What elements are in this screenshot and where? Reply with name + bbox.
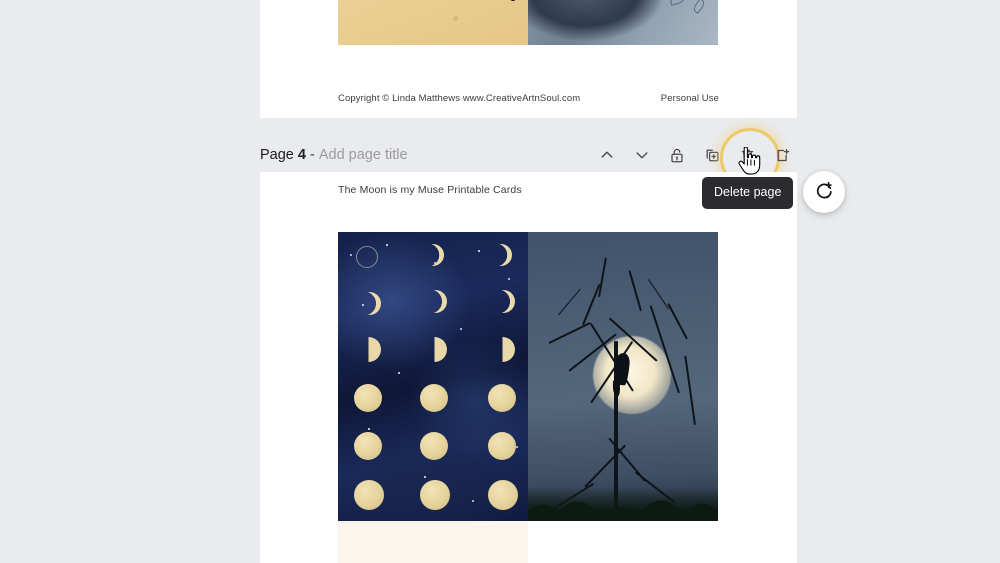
document-heading: The Moon is my Muse Printable Cards (338, 184, 522, 196)
collage-row-main (338, 232, 718, 521)
warm-portrait-photo-image (528, 521, 718, 563)
collage-row-bottom (338, 521, 718, 563)
add-comment-button[interactable] (803, 171, 845, 213)
trash-icon (739, 147, 756, 164)
page-title-input[interactable]: Add page title (319, 147, 408, 163)
page-title-group: Page 4 - Add page title (260, 147, 408, 163)
chevron-up-icon (599, 147, 615, 163)
page-header-bar: Page 4 - Add page title (260, 128, 797, 188)
copyright-row: Copyright © Linda Matthews www.CreativeA… (260, 93, 797, 104)
delete-page-tooltip: Delete page (702, 177, 794, 209)
page-card-previous[interactable]: Copyright © Linda Matthews www.CreativeA… (260, 0, 797, 118)
chevron-down-icon (634, 147, 650, 163)
delete-page-button[interactable] (720, 128, 780, 188)
add-page-icon (774, 147, 791, 164)
duplicate-page-icon (704, 147, 721, 164)
move-page-up-button[interactable] (596, 144, 618, 166)
raven-full-moon-image (528, 232, 718, 521)
page-number: 4 (297, 147, 306, 163)
add-page-button[interactable] (771, 144, 793, 166)
page-artwork-collage (338, 232, 718, 563)
blue-moon-crystal-photo-image (528, 0, 718, 45)
sand-texture-with-dots-image (338, 0, 528, 45)
cream-blank-card-image (338, 521, 528, 563)
copyright-text: Copyright © Linda Matthews www.CreativeA… (338, 93, 581, 104)
editor-canvas: Copyright © Linda Matthews www.CreativeA… (0, 0, 1000, 563)
unlock-icon (669, 147, 685, 164)
license-text: Personal Use (660, 93, 719, 104)
page-title-separator: - (309, 147, 315, 163)
previous-page-artwork (338, 0, 718, 45)
moon-phases-chart-image (338, 232, 528, 521)
move-page-down-button[interactable] (631, 144, 653, 166)
duplicate-page-button[interactable] (701, 144, 723, 166)
page-header-actions (596, 128, 797, 188)
page-label: Page 4 (260, 147, 306, 163)
page-card-current[interactable]: The Moon is my Muse Printable Cards (260, 172, 797, 563)
comment-plus-icon (813, 180, 835, 205)
lock-page-button[interactable] (666, 144, 688, 166)
